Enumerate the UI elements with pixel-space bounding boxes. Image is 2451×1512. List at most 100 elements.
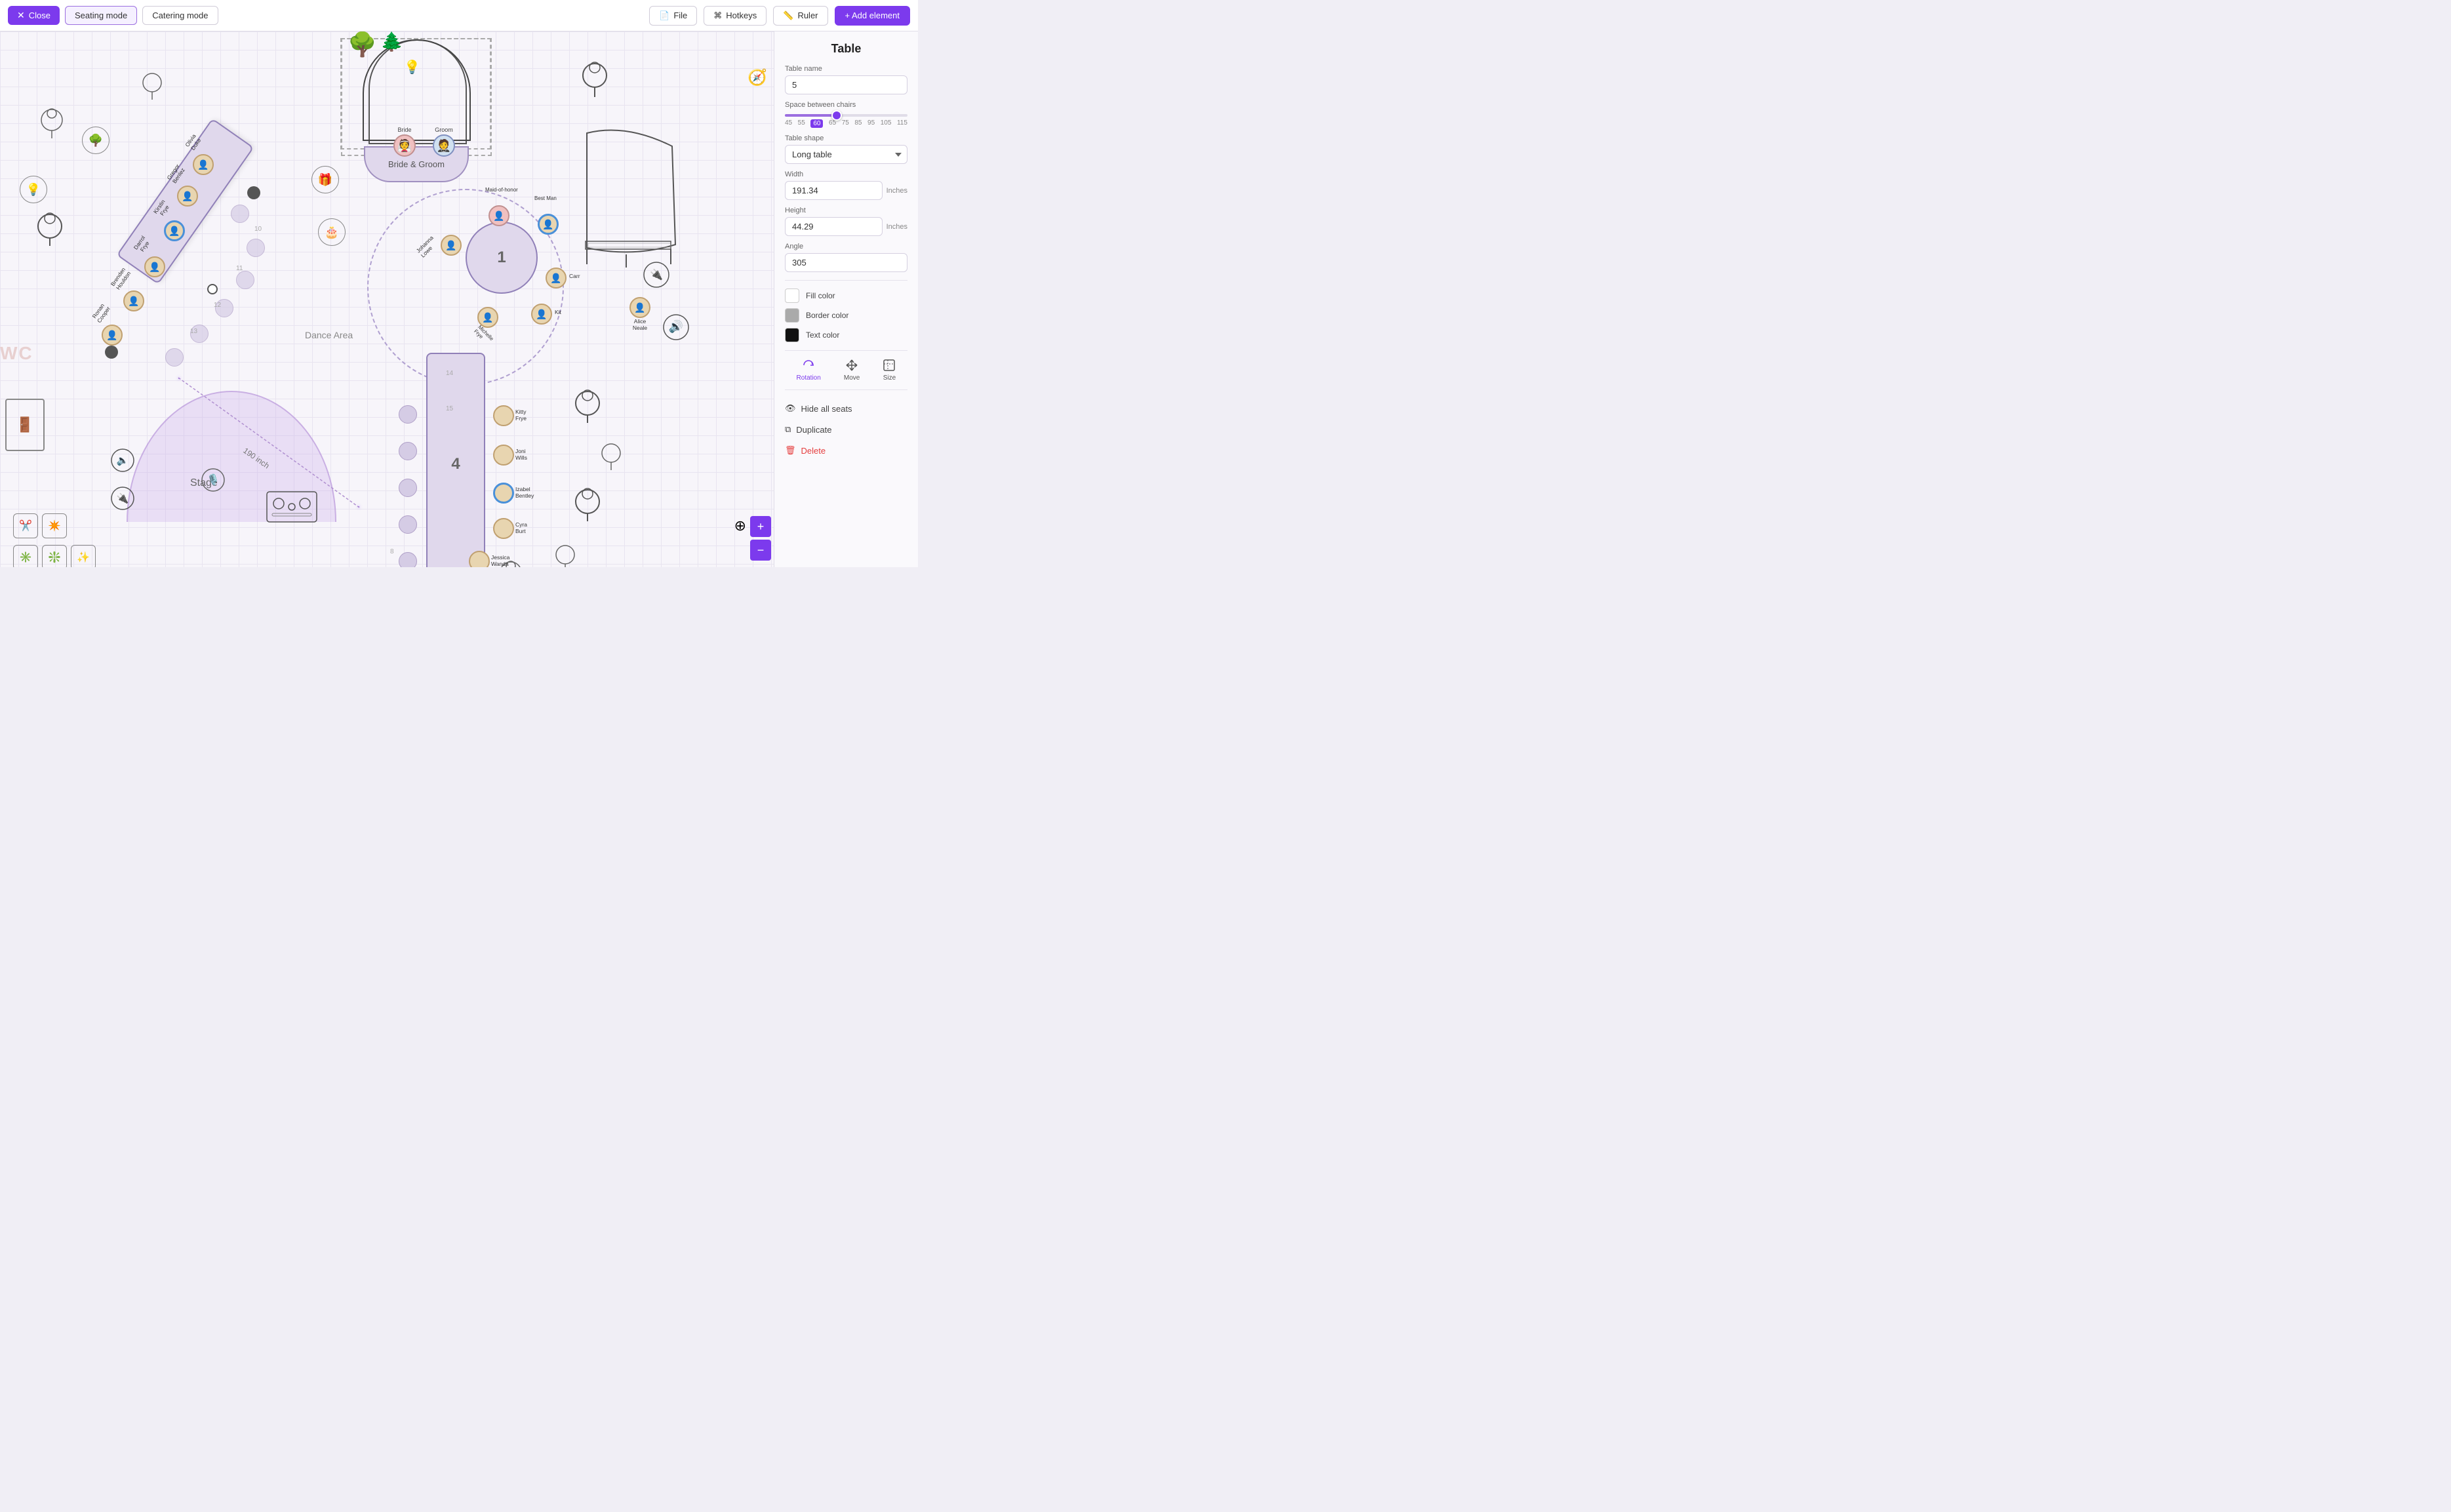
fill-color-swatch[interactable] <box>785 288 799 303</box>
brenden-name: BrendenHouldon <box>110 266 132 291</box>
seat-johanna[interactable]: 👤 JohannaLowe <box>441 235 462 256</box>
space-slider-container: 45 55 60 65 75 85 95 105 115 <box>785 114 907 128</box>
move-action[interactable]: Move <box>844 359 860 382</box>
table-4[interactable]: 4 <box>426 353 485 567</box>
seat-kitty[interactable]: KittyFrye <box>493 405 514 426</box>
gregor-avatar: 👤 <box>177 186 198 207</box>
fill-color-row[interactable]: Fill color <box>785 288 907 303</box>
num-15: 15 <box>446 405 453 412</box>
seating-mode-button[interactable]: Seating mode <box>65 6 137 25</box>
canvas[interactable]: 🧭 WC 💡 Bride & Groom Bride 👰 Groom 🤵 <box>0 31 774 567</box>
rotation-action[interactable]: Rotation <box>797 359 821 382</box>
lightbulb-canvas-icon: 💡 <box>20 176 47 203</box>
sparkle-icon: ❇️ <box>42 545 67 567</box>
duplicate-button[interactable]: ⧉ Duplicate <box>785 419 907 440</box>
width-label: Width <box>785 170 907 178</box>
svg-text:🔊: 🔊 <box>669 319 683 334</box>
height-input[interactable] <box>785 217 883 236</box>
kit-name: Kit <box>555 309 561 315</box>
tree-left-3 <box>33 212 67 249</box>
brenden-avatar: 👤 <box>123 290 144 311</box>
border-color-swatch[interactable] <box>785 308 799 323</box>
close-icon: ✕ <box>17 10 25 21</box>
table5-rotate-handle[interactable] <box>207 284 218 294</box>
seat-moh[interactable]: 👤 Maid-of-honor <box>488 205 509 226</box>
empty-seat-5-3[interactable] <box>236 271 254 289</box>
bottom-icons-2: ✳️ ❇️ ✨ <box>13 545 96 567</box>
text-color-swatch[interactable] <box>785 328 799 342</box>
table-shape-label: Table shape <box>785 134 907 142</box>
seat-izabel[interactable]: IzabelBentley <box>493 483 514 504</box>
seat-bestman[interactable]: 👤 Best Man <box>538 214 559 235</box>
t4-empty-2[interactable] <box>399 442 417 460</box>
table5-handle-bottom[interactable] <box>105 346 118 359</box>
duplicate-icon: ⧉ <box>785 424 791 435</box>
close-button[interactable]: ✕ Close <box>8 6 60 25</box>
svg-text:🔈: 🔈 <box>117 455 129 466</box>
width-input[interactable] <box>785 181 883 200</box>
t4-empty-1[interactable] <box>399 405 417 424</box>
kitty-avatar <box>493 405 514 426</box>
seat-cyra[interactable]: CyraBurt <box>493 518 514 539</box>
t4-empty-4[interactable] <box>399 515 417 534</box>
table-1[interactable]: 1 <box>466 222 538 294</box>
file-button[interactable]: 📄 File <box>649 6 697 26</box>
empty-seat-5-1[interactable] <box>231 205 249 223</box>
catering-mode-button[interactable]: Catering mode <box>142 6 218 25</box>
space-slider-thumb[interactable] <box>831 110 842 121</box>
seat-jessica[interactable]: JessicaWanda <box>469 551 490 567</box>
cyra-name: CyraBurt <box>515 521 527 534</box>
joni-name: JoniWills <box>515 448 527 461</box>
carr-avatar: 👤 <box>546 268 567 288</box>
zoom-out-button[interactable]: − <box>750 540 771 561</box>
file-icon: 📄 <box>659 10 669 21</box>
angle-input[interactable] <box>785 253 907 272</box>
hotkeys-button[interactable]: ⌘ Hotkeys <box>704 6 767 26</box>
tree-top-center: 🌳 <box>348 33 377 56</box>
zoom-in-button[interactable]: + <box>750 516 771 537</box>
angle-label: Angle <box>785 243 907 250</box>
seat-alice[interactable]: 👤 AliceNeale <box>629 297 650 331</box>
seat-gregor[interactable]: 👤 GregorBenlez <box>177 186 198 207</box>
delete-button[interactable]: 🗑 Delete <box>785 440 907 461</box>
dance-area-label: Dance Area <box>305 330 353 340</box>
olivia-avatar: 👤 <box>193 154 214 175</box>
t4-empty-3[interactable] <box>399 479 417 497</box>
darrol-avatar: 👤 <box>144 256 165 277</box>
groom-seat[interactable]: Groom 🤵 <box>433 127 455 157</box>
table-name-input[interactable] <box>785 75 907 94</box>
seat-carr[interactable]: 👤 Carr <box>546 268 567 288</box>
bride-seat[interactable]: Bride 👰 <box>393 127 416 157</box>
text-color-row[interactable]: Text color <box>785 328 907 342</box>
seat-ronan[interactable]: 👤 RonanCooper <box>102 325 123 346</box>
table-shape-select[interactable]: Long table Round table Square table <box>785 145 907 164</box>
border-color-row[interactable]: Border color <box>785 308 907 323</box>
seat-joni[interactable]: JoniWills <box>493 445 514 466</box>
seat-darrol[interactable]: 👤 DarrolFrye <box>144 256 165 277</box>
add-element-button[interactable]: + Add element <box>835 6 910 26</box>
tree-bottom-right <box>551 543 580 567</box>
hide-seats-button[interactable]: 👁 Hide all seats <box>785 398 907 419</box>
empty-seat-5-6[interactable] <box>165 348 184 367</box>
size-action[interactable]: Size <box>883 359 896 382</box>
t4-empty-5[interactable] <box>399 552 417 567</box>
ruler-label: Ruler <box>797 10 818 20</box>
seat-kirstin[interactable]: 👤 KirstinFrye <box>164 220 185 241</box>
seat-olivia[interactable]: 👤 OliviaDuke <box>193 154 214 175</box>
ronan-name: RonanCooper <box>90 302 111 324</box>
transform-actions: Rotation Move Size <box>785 359 907 382</box>
seat-brenden[interactable]: 👤 BrendenHouldon <box>123 290 144 311</box>
empty-seat-5-2[interactable] <box>247 239 265 257</box>
jessica-avatar <box>469 551 490 567</box>
space-slider-track <box>785 114 907 117</box>
table5-handle-top[interactable] <box>247 186 260 199</box>
johanna-avatar: 👤 <box>441 235 462 256</box>
zoom-controls: + − <box>750 516 771 561</box>
seat-michelle[interactable]: 👤 MichelleFrye <box>477 307 498 328</box>
navigate-icon[interactable]: ⊕ <box>734 517 746 534</box>
gift-icon: 🎁 <box>311 166 339 193</box>
seat-kit[interactable]: 👤 Kit <box>531 304 552 325</box>
height-input-row: Inches <box>785 217 907 236</box>
ruler-button[interactable]: 📏 Ruler <box>773 6 827 26</box>
seating-mode-label: Seating mode <box>75 10 127 20</box>
